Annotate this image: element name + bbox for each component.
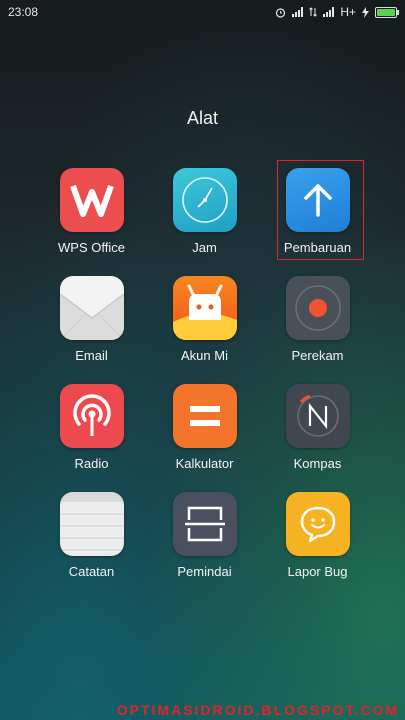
bug-report-icon [285, 492, 350, 556]
clock-icon [172, 168, 237, 232]
app-label: Kalkulator [175, 456, 234, 471]
app-label: Akun Mi [181, 348, 228, 363]
radio-icon [59, 384, 124, 448]
app-label: Pemindai [177, 564, 232, 579]
app-label: Jam [192, 240, 217, 255]
alarm-icon [276, 7, 286, 18]
app-akun-mi[interactable]: Akun Mi [148, 268, 261, 376]
status-time: 23:08 [8, 5, 39, 19]
signal-2-icon [323, 7, 335, 17]
app-kalkulator[interactable]: Kalkulator [148, 376, 261, 484]
recorder-icon [285, 276, 350, 340]
signal-1-icon [292, 7, 304, 17]
status-bar: 23:08 H+ [0, 0, 405, 24]
mi-account-icon [172, 276, 237, 340]
data-transfer-icon [309, 7, 318, 17]
charging-icon [362, 6, 369, 18]
status-icons: H+ [275, 5, 399, 19]
envelope-icon [59, 276, 124, 340]
app-label: Lapor Bug [287, 564, 348, 579]
app-pemindai[interactable]: Pemindai [148, 484, 261, 592]
app-email[interactable]: Email [35, 268, 148, 376]
compass-icon [285, 384, 350, 448]
app-label: Email [75, 348, 108, 363]
app-jam[interactable]: Jam [148, 160, 261, 268]
app-label: Catatan [68, 564, 115, 579]
app-lapor-bug[interactable]: Lapor Bug [261, 484, 374, 592]
watermark: OPTIMASIDROID.BLOGSPOT.COM [116, 702, 399, 718]
app-kompas[interactable]: Kompas [261, 376, 374, 484]
wps-office-icon [59, 168, 124, 232]
folder-title: Alat [186, 108, 219, 128]
app-label: Perekam [291, 348, 344, 363]
app-label: WPS Office [58, 240, 125, 255]
calculator-icon [172, 384, 237, 448]
app-catatan[interactable]: Catatan [35, 484, 148, 592]
app-perekam[interactable]: Perekam [261, 268, 374, 376]
battery-icon [375, 6, 399, 18]
app-radio[interactable]: Radio [35, 376, 148, 484]
highlight-box [277, 160, 364, 260]
app-label: Kompas [293, 456, 342, 471]
app-pembaruan[interactable]: Pembaruan [261, 160, 374, 268]
app-wps-office[interactable]: WPS Office [35, 160, 148, 268]
app-label: Radio [74, 456, 109, 471]
scanner-icon [172, 492, 237, 556]
app-grid: WPS Office Jam Pembaruan Email Akun Mi P… [35, 160, 374, 592]
notes-icon [59, 492, 124, 556]
network-type: H+ [340, 5, 356, 19]
